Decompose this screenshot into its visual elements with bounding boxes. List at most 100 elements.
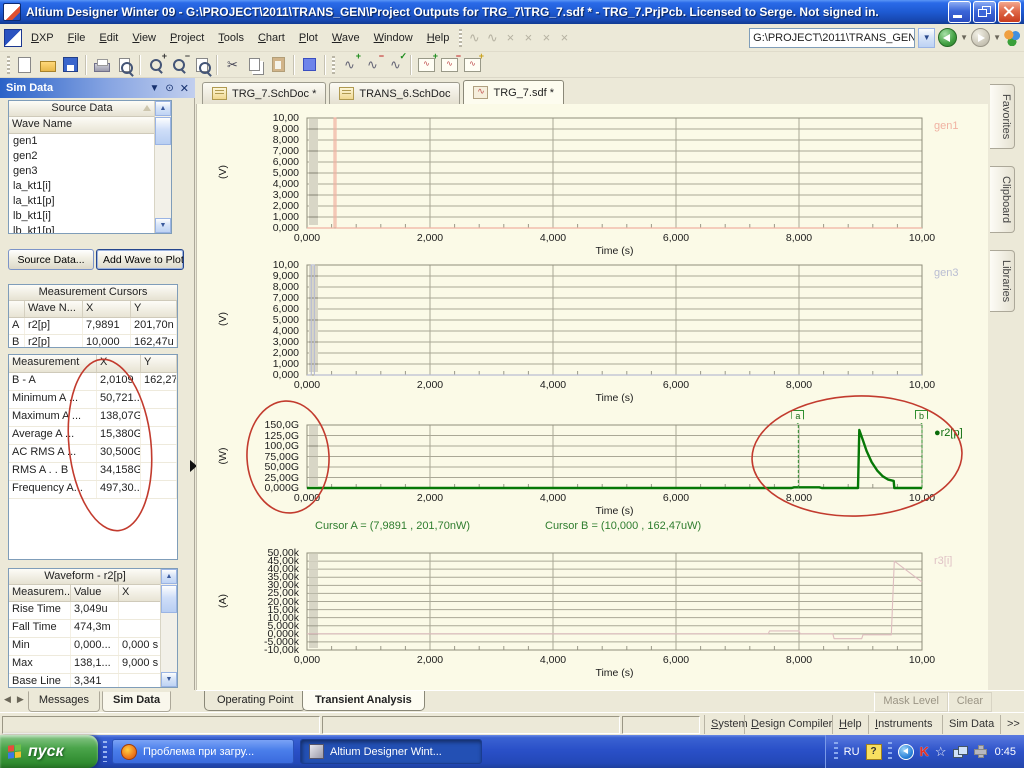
language-indicator[interactable]: RU xyxy=(844,746,860,758)
tab-favorites[interactable]: Favorites xyxy=(990,84,1015,149)
status-help-button[interactable]: Help xyxy=(832,715,868,734)
menu-view[interactable]: View xyxy=(125,29,163,47)
scroll-down-icon[interactable]: ▼ xyxy=(161,672,177,687)
zoom-out-button[interactable]: − xyxy=(167,54,190,76)
taskbar-item-altium[interactable]: Altium Designer Wint... xyxy=(300,739,482,764)
quick-launch-grip[interactable] xyxy=(103,741,107,762)
column-header[interactable]: Y xyxy=(131,301,177,317)
close-button[interactable] xyxy=(998,1,1021,23)
column-header[interactable]: X xyxy=(83,301,131,317)
list-item[interactable]: lb_kt1[i] xyxy=(9,209,171,224)
doc-tab-trg7-schdoc[interactable]: TRG_7.SchDoc * xyxy=(202,82,326,104)
column-header[interactable]: X xyxy=(119,585,161,601)
mask-level-button[interactable]: Mask Level xyxy=(874,692,948,712)
table-row[interactable]: Fall Time474,3m xyxy=(9,620,161,638)
address-dropdown-button[interactable]: ▼ xyxy=(918,28,935,48)
column-header[interactable]: Value xyxy=(71,585,119,601)
scrollbar-thumb[interactable] xyxy=(161,585,177,613)
scroll-up-icon[interactable]: ▲ xyxy=(155,101,171,116)
column-header[interactable]: Wave N... xyxy=(25,301,83,317)
start-button[interactable]: пуск xyxy=(0,735,98,768)
stop-button[interactable] xyxy=(298,54,321,76)
menu-help[interactable]: Help xyxy=(420,29,457,47)
remove-wave-button[interactable]: ∿− xyxy=(361,54,384,76)
table-row[interactable]: B - A2,0109162,27u xyxy=(9,373,177,391)
list-item[interactable]: la_kt1[p] xyxy=(9,194,171,209)
list-item[interactable]: gen3 xyxy=(9,164,171,179)
minimize-button[interactable] xyxy=(948,1,971,23)
source-data-button[interactable]: Source Data... xyxy=(8,249,94,270)
menu-wave[interactable]: Wave xyxy=(325,29,367,47)
column-header[interactable]: Measurement xyxy=(9,355,97,372)
table-row[interactable]: Average A ...15,380G xyxy=(9,427,177,445)
new-document-button[interactable] xyxy=(13,54,36,76)
scrollbar[interactable]: ▲ ▼ xyxy=(154,101,171,233)
doc-tab-trans6-schdoc[interactable]: TRANS_6.SchDoc xyxy=(329,82,460,104)
network-tray-icon[interactable] xyxy=(953,746,968,758)
status-sim-data-button[interactable]: Sim Data xyxy=(942,715,1000,734)
doc-tab-trg7-sdf[interactable]: ∿ TRG_7.sdf * xyxy=(463,80,564,104)
column-header[interactable] xyxy=(9,301,25,317)
column-header[interactable]: X xyxy=(97,355,141,372)
table-row[interactable]: Rise Time3,049u xyxy=(9,602,161,620)
hide-tray-icon[interactable] xyxy=(898,744,914,760)
antivirus-tray-icon[interactable]: K xyxy=(920,744,929,759)
status-more-button[interactable]: >> xyxy=(1000,715,1024,734)
menu-edit[interactable]: Edit xyxy=(92,29,125,47)
table-row[interactable]: Base Line3,341 xyxy=(9,674,161,688)
list-item[interactable]: gen1 xyxy=(9,134,171,149)
tab-messages[interactable]: Messages xyxy=(28,691,100,712)
tab-scroll-right-icon[interactable]: ▶ xyxy=(15,691,26,708)
add-plot-button[interactable]: ∿+ xyxy=(415,54,438,76)
table-row[interactable]: Maximum A ...138,07G xyxy=(9,409,177,427)
remove-plot-button[interactable]: ∿− xyxy=(438,54,461,76)
edit-wave-button[interactable]: ∿✓ xyxy=(384,54,407,76)
menu-file[interactable]: File xyxy=(61,29,93,47)
table-row[interactable]: AC RMS A ...30,500G xyxy=(9,445,177,463)
table-row[interactable]: RMS A . . B34,158G xyxy=(9,463,177,481)
status-design-compiler-button[interactable]: Design Compiler xyxy=(744,715,838,734)
paste-button[interactable] xyxy=(267,54,290,76)
list-item[interactable]: lb_kt1[p] xyxy=(9,224,171,234)
table-row[interactable]: Max138,1...9,000 s xyxy=(9,656,161,674)
back-icon[interactable] xyxy=(938,28,957,47)
clear-button[interactable]: Clear xyxy=(948,692,992,712)
column-header[interactable]: Y xyxy=(141,355,177,372)
back-dropdown-icon[interactable]: ▼ xyxy=(960,33,968,42)
menu-tools[interactable]: Tools xyxy=(211,29,251,47)
scroll-down-icon[interactable]: ▼ xyxy=(155,218,171,233)
home-icon[interactable] xyxy=(1004,30,1020,46)
table-row[interactable]: B r2[p] 10,000 162,47u xyxy=(9,335,177,348)
status-instruments-button[interactable]: Instruments xyxy=(868,715,938,734)
menu-chart[interactable]: Chart xyxy=(251,29,292,47)
menu-dxp[interactable]: DXP xyxy=(24,29,61,47)
forward-dropdown-icon[interactable]: ▼ xyxy=(993,33,1001,42)
tab-libraries[interactable]: Libraries xyxy=(990,250,1015,312)
copy-button[interactable] xyxy=(244,54,267,76)
table-row[interactable]: Min0,000...0,000 s xyxy=(9,638,161,656)
print-preview-button[interactable] xyxy=(113,54,136,76)
panel-menu-icon[interactable]: ▼ xyxy=(149,83,159,94)
scrollbar-thumb[interactable] xyxy=(155,117,171,145)
zoom-in-button[interactable]: + xyxy=(144,54,167,76)
add-wave-button[interactable]: ∿+ xyxy=(338,54,361,76)
star-tray-icon[interactable]: ☆ xyxy=(935,744,947,760)
dxp-icon[interactable] xyxy=(4,29,22,47)
edit-plot-button[interactable]: ∿+ xyxy=(461,54,484,76)
restore-button[interactable] xyxy=(973,1,996,23)
wave-name-column-header[interactable]: Wave Name xyxy=(9,117,155,133)
scroll-up-icon[interactable]: ▲ xyxy=(161,569,177,584)
save-button[interactable] xyxy=(59,54,82,76)
panel-close-icon[interactable]: ✕ xyxy=(180,82,189,95)
menu-project[interactable]: Project xyxy=(163,29,211,47)
taskbar-item-firefox[interactable]: Проблема при загру... xyxy=(112,739,294,764)
pin-icon[interactable]: ⊙ xyxy=(165,83,173,94)
menu-plot[interactable]: Plot xyxy=(292,29,325,47)
table-row[interactable]: A r2[p] 7,9891 201,70n xyxy=(9,318,177,335)
address-input[interactable]: G:\PROJECT\2011\TRANS_GEN\Projec xyxy=(749,28,915,48)
plus-tray-icon[interactable] xyxy=(974,745,987,758)
tab-sim-data[interactable]: Sim Data xyxy=(102,691,171,712)
cut-button[interactable]: ✂ xyxy=(221,54,244,76)
column-header[interactable]: Measurem... xyxy=(9,585,71,601)
zoom-window-button[interactable] xyxy=(190,54,213,76)
